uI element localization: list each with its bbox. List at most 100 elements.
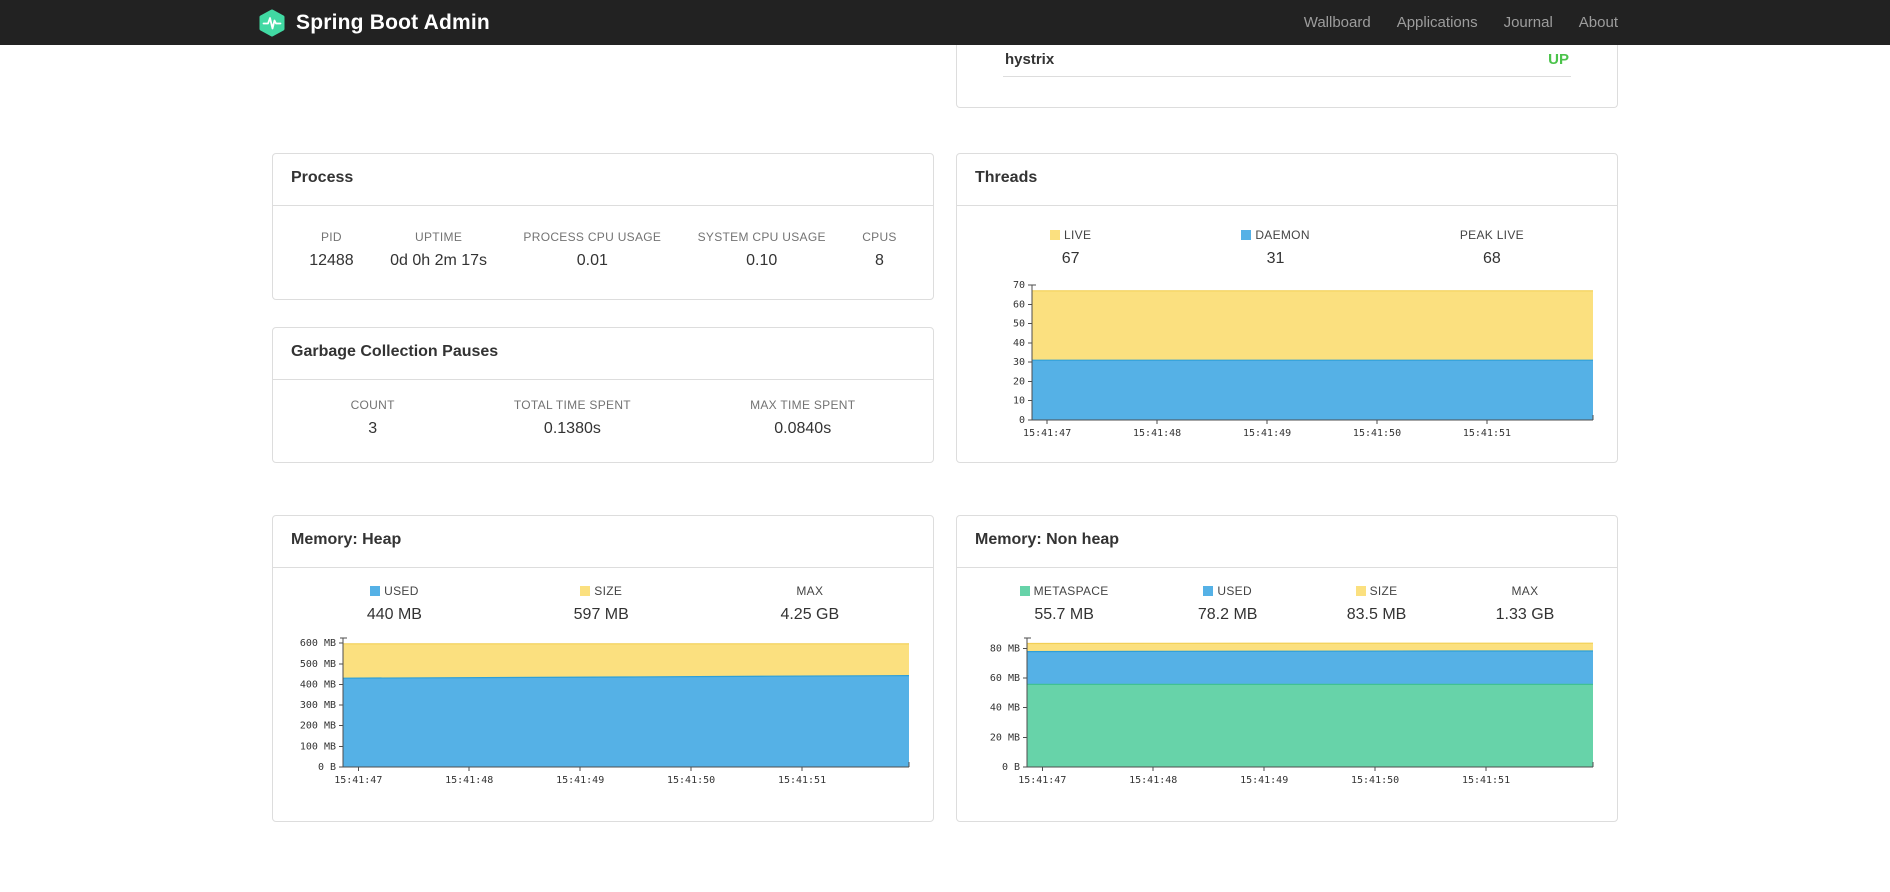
legend-value: 597 MB (573, 606, 629, 623)
svg-text:30: 30 (1013, 357, 1025, 368)
legend-item-used: USED 440 MB (367, 584, 422, 624)
metric-value: 0.10 (746, 252, 778, 269)
daemon-swatch-icon (1241, 230, 1252, 240)
memory-heap-panel: Memory: Heap USED 440 MB SIZE 597 MB MAX… (272, 515, 934, 822)
svg-text:600 MB: 600 MB (300, 638, 336, 649)
metric-process-cpu: PROCESS CPU USAGE 0.01 (523, 230, 661, 270)
svg-text:15:41:50: 15:41:50 (667, 775, 715, 786)
svg-text:500 MB: 500 MB (300, 659, 336, 670)
live-swatch-icon (1050, 230, 1061, 240)
metric-label: COUNT (350, 398, 395, 412)
svg-text:100 MB: 100 MB (300, 741, 336, 752)
legend-label: METASPACE (1019, 584, 1109, 598)
legend-item-size: SIZE 83.5 MB (1347, 584, 1407, 624)
gc-metrics: COUNT 3 TOTAL TIME SPENT 0.1380s MAX TIM… (291, 380, 915, 438)
hystrix-status-panel: hystrix UP (956, 45, 1618, 108)
metric-label: UPTIME (414, 230, 463, 244)
nonheap-chart: 0 B 20 MB 40 MB 60 MB 80 MB 15:41:47 15:41:48 1… (975, 633, 1599, 796)
svg-text:20 MB: 20 MB (990, 732, 1020, 743)
svg-text:200 MB: 200 MB (300, 721, 336, 732)
metric-pid: PID 12488 (309, 230, 354, 270)
legend-label-text: USED (384, 584, 419, 598)
svg-text:15:41:49: 15:41:49 (1240, 775, 1288, 786)
process-panel: Process PID 12488 UPTIME 0d 0h 2m 17s PR… (272, 153, 934, 300)
gc-body: COUNT 3 TOTAL TIME SPENT 0.1380s MAX TIM… (273, 380, 933, 438)
nonheap-legend: METASPACE 55.7 MB USED 78.2 MB SIZE 83.5… (975, 568, 1599, 624)
threads-body: LIVE 67 DAEMON 31 PEAK LIVE 68 0 10 20 30 40… (957, 206, 1617, 449)
main-content: Process PID 12488 UPTIME 0d 0h 2m 17s PR… (272, 45, 1618, 892)
legend-item-daemon: DAEMON 31 (1241, 228, 1309, 268)
metric-label: MAX TIME SPENT (750, 398, 856, 412)
svg-text:15:41:48: 15:41:48 (445, 775, 493, 786)
legend-value: 78.2 MB (1197, 606, 1258, 623)
svg-text:300 MB: 300 MB (300, 700, 336, 711)
legend-value: 68 (1483, 250, 1501, 267)
metric-gc-total-time: TOTAL TIME SPENT 0.1380s (514, 398, 631, 438)
svg-text:15:41:50: 15:41:50 (1353, 428, 1401, 439)
legend-label-text: USED (1217, 584, 1252, 598)
svg-text:40: 40 (1013, 338, 1025, 349)
legend-label-text: SIZE (594, 584, 623, 598)
svg-text:10: 10 (1013, 396, 1025, 407)
panel-title: Garbage Collection Pauses (273, 328, 933, 380)
metric-value: 0.0840s (774, 420, 832, 437)
legend-label: MAX (1511, 584, 1539, 598)
svg-text:15:41:49: 15:41:49 (556, 775, 604, 786)
legend-value: 31 (1266, 250, 1285, 267)
svg-text:400 MB: 400 MB (300, 679, 336, 690)
metric-cpus: CPUS 8 (862, 230, 897, 270)
legend-value: 1.33 GB (1495, 606, 1555, 623)
left-column: Process PID 12488 UPTIME 0d 0h 2m 17s PR… (272, 45, 934, 822)
metric-system-cpu: SYSTEM CPU USAGE 0.10 (698, 230, 826, 270)
heap-body: USED 440 MB SIZE 597 MB MAX 4.25 GB 0 B 1… (273, 568, 933, 796)
heap-legend: USED 440 MB SIZE 597 MB MAX 4.25 GB (291, 568, 915, 624)
legend-item-live: LIVE 67 (1050, 228, 1091, 268)
legend-item-max: MAX 4.25 GB (780, 584, 839, 624)
garbage-collection-panel: Garbage Collection Pauses COUNT 3 TOTAL … (272, 327, 934, 463)
svg-text:0 B: 0 B (1002, 762, 1020, 773)
legend-item-used: USED 78.2 MB (1198, 584, 1258, 624)
svg-text:0: 0 (1019, 415, 1025, 426)
panel-title: Memory: Heap (273, 516, 933, 568)
metric-value: 3 (368, 420, 378, 437)
legend-label: USED (367, 584, 422, 598)
legend-label: SIZE (1347, 584, 1407, 598)
svg-text:15:41:50: 15:41:50 (1351, 775, 1399, 786)
nav-item-journal[interactable]: Journal (1491, 14, 1566, 31)
metric-gc-max-time: MAX TIME SPENT 0.0840s (750, 398, 855, 438)
process-metrics: PID 12488 UPTIME 0d 0h 2m 17s PROCESS CP… (291, 206, 915, 270)
svg-text:0 B: 0 B (318, 762, 336, 773)
brand-link[interactable]: Spring Boot Admin (258, 9, 490, 37)
legend-value: 55.7 MB (1034, 606, 1094, 623)
svg-text:20: 20 (1013, 376, 1025, 387)
svg-text:40 MB: 40 MB (990, 703, 1020, 714)
legend-item-peak-live: PEAK LIVE 68 (1460, 228, 1524, 268)
size-swatch-icon (580, 586, 591, 596)
metric-value: 0d 0h 2m 17s (390, 252, 488, 269)
svg-text:15:41:47: 15:41:47 (1018, 775, 1066, 786)
nav-item-wallboard[interactable]: Wallboard (1291, 14, 1384, 31)
metric-gc-count: COUNT 3 (351, 398, 395, 438)
svg-text:15:41:49: 15:41:49 (1243, 428, 1291, 439)
svg-text:60: 60 (1013, 299, 1025, 310)
heap-chart: 0 B 100 MB 200 MB 300 MB 400 MB 500 MB 600 MB 1… (291, 633, 915, 796)
legend-label: MAX (796, 584, 824, 598)
nav-item-applications[interactable]: Applications (1384, 14, 1491, 31)
nav-links: Wallboard Applications Journal About (1291, 14, 1618, 31)
nonheap-body: METASPACE 55.7 MB USED 78.2 MB SIZE 83.5… (957, 568, 1617, 796)
svg-text:15:41:47: 15:41:47 (1023, 428, 1071, 439)
svg-text:15:41:51: 15:41:51 (1462, 775, 1510, 786)
legend-item-max: MAX 1.33 GB (1496, 584, 1555, 624)
legend-label-text: METASPACE (1033, 584, 1109, 598)
nav-item-about[interactable]: About (1566, 14, 1618, 31)
status-row: hystrix UP (1003, 45, 1571, 77)
svg-text:15:41:48: 15:41:48 (1133, 428, 1181, 439)
metric-value: 0.1380s (543, 420, 601, 437)
metric-uptime: UPTIME 0d 0h 2m 17s (390, 230, 487, 270)
panel-title: Threads (957, 154, 1617, 206)
spring-boot-admin-logo-icon (258, 9, 286, 37)
legend-label: SIZE (574, 584, 629, 598)
metaspace-swatch-icon (1019, 586, 1030, 596)
metric-label: PID (320, 230, 342, 244)
panel-title: Process (273, 154, 933, 206)
